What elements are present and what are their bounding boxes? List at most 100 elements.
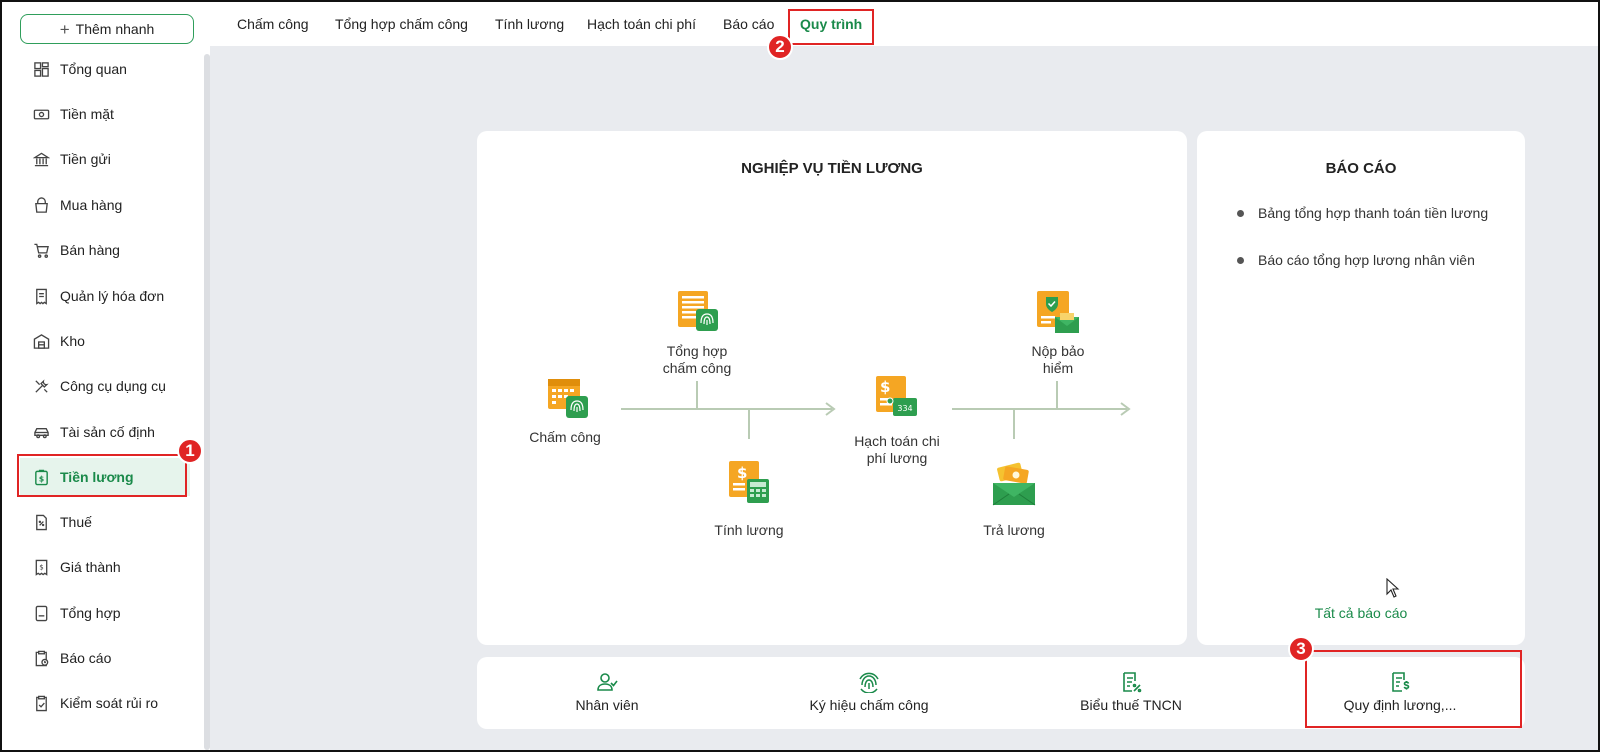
- salary-accounting-icon[interactable]: $ 334: [873, 374, 919, 425]
- shortcut-ky-hieu-cham-cong[interactable]: Ký hiệu chấm công: [789, 657, 949, 727]
- reports-card: BÁO CÁO Bảng tổng hợp thanh toán tiền lư…: [1197, 131, 1525, 645]
- fingerprint-icon: [859, 672, 879, 693]
- sidebar-item-bao-cao[interactable]: Báo cáo: [20, 639, 190, 677]
- sidebar-item-tien-mat[interactable]: Tiền mặt: [20, 95, 190, 133]
- svg-text:$: $: [39, 562, 44, 571]
- sidebar-item-label: Tiền lương: [60, 469, 134, 485]
- shortcut-bieu-thue-tncn[interactable]: Biểu thuế TNCN: [1061, 657, 1201, 727]
- shortcut-label: Ký hiệu chấm công: [809, 697, 929, 713]
- payroll-icon: $: [32, 468, 50, 486]
- sidebar-item-label: Giá thành: [60, 559, 121, 575]
- report-icon: [32, 649, 50, 667]
- shopping-bag-icon: [32, 196, 50, 214]
- all-reports-link[interactable]: Tất cả báo cáo: [1197, 605, 1525, 621]
- invoice-icon: [32, 287, 50, 305]
- sidebar-item-quan-ly-hoa-don[interactable]: Quản lý hóa đơn: [20, 277, 190, 315]
- sidebar-item-thue[interactable]: Thuế: [20, 503, 190, 541]
- plus-icon: +: [59, 19, 70, 39]
- employee-icon: [597, 673, 618, 691]
- timesheet-summary-icon[interactable]: [675, 289, 721, 340]
- tab-quy-trinh[interactable]: Quy trình: [800, 16, 862, 32]
- tax-icon: [32, 513, 50, 531]
- sidebar-item-label: Tiền gửi: [60, 151, 111, 167]
- tax-table-icon: [1123, 672, 1142, 693]
- svg-text:$: $: [38, 474, 43, 483]
- shortcut-quy-dinh-luong[interactable]: Quy định lương,...: [1315, 657, 1485, 727]
- step-tong-hop-line1: Tổng hợp: [666, 343, 728, 359]
- step-hach-toan-label: Hạch toán chi phí lương: [849, 433, 945, 467]
- sidebar-item-ban-hang[interactable]: Bán hàng: [20, 231, 190, 269]
- step-cham-cong-label: Chấm công: [529, 429, 601, 445]
- step-tong-hop-label: Tổng hợp chấm công: [649, 343, 745, 377]
- step-tinh-luong-label: Tính lương: [714, 522, 784, 538]
- salary-calculator-icon[interactable]: $: [726, 459, 772, 510]
- step-nop-bh-line1: Nộp bảo: [1031, 343, 1085, 359]
- step-badge-2: 2: [767, 34, 793, 60]
- report-link[interactable]: Bảng tổng hợp thanh toán tiền lương: [1237, 205, 1488, 221]
- shortcut-nhan-vien[interactable]: Nhân viên: [537, 657, 677, 727]
- sidebar-item-label: Bán hàng: [60, 242, 120, 258]
- cash-icon: [32, 105, 50, 123]
- shortcuts-bar: Nhân viên Ký hiệu chấm công Biểu thuế TN…: [477, 657, 1525, 729]
- step-badge-1: 1: [177, 438, 203, 464]
- bullet-dot: [1237, 209, 1244, 217]
- sidebar-item-tien-gui[interactable]: Tiền gửi: [20, 140, 190, 178]
- sidebar-item-tong-quan[interactable]: Tổng quan: [20, 50, 190, 88]
- sidebar-item-label: Báo cáo: [60, 650, 112, 666]
- timesheet-calendar-icon[interactable]: [545, 374, 591, 425]
- sidebar-scrollbar[interactable]: [204, 54, 210, 750]
- tab-hach-toan-chi-phi[interactable]: Hạch toán chi phí: [587, 16, 696, 32]
- report-link-label: Báo cáo tổng hợp lương nhân viên: [1258, 252, 1475, 268]
- sidebar-item-tai-san-co-dinh[interactable]: Tài sản cố định: [20, 413, 190, 451]
- sidebar-item-tien-luong[interactable]: $ Tiền lương: [20, 458, 190, 496]
- tab-cham-cong[interactable]: Chấm công: [237, 16, 309, 32]
- sidebar-item-label: Kiểm soát rủi ro: [60, 695, 159, 711]
- quick-add-button[interactable]: + Thêm nhanh: [20, 14, 194, 44]
- report-link-label: Bảng tổng hợp thanh toán tiền lương: [1258, 205, 1489, 221]
- svg-text:$: $: [880, 378, 890, 396]
- sidebar-item-kiem-soat-rui-ro[interactable]: Kiểm soát rủi ro: [20, 684, 190, 722]
- step-nop-bh-line2: hiểm: [1042, 360, 1074, 376]
- step-nop-bao-hiem-label: Nộp bảo hiểm: [1010, 343, 1106, 377]
- shortcut-label: Biểu thuế TNCN: [1080, 697, 1182, 713]
- top-tab-bar: Chấm công Tổng hợp chấm công Tính lương …: [210, 2, 1598, 46]
- car-icon: [32, 423, 50, 441]
- bank-icon: [32, 150, 50, 168]
- warehouse-icon: [32, 332, 50, 350]
- reports-title: BÁO CÁO: [1325, 160, 1397, 177]
- quick-add-label: Thêm nhanh: [75, 21, 155, 37]
- sidebar-item-gia-thanh[interactable]: $ Giá thành: [20, 548, 190, 586]
- salary-rule-icon: [1392, 672, 1410, 692]
- sidebar-item-label: Quản lý hóa đơn: [60, 288, 165, 304]
- report-link[interactable]: Báo cáo tổng hợp lương nhân viên: [1237, 252, 1475, 268]
- sidebar-item-mua-hang[interactable]: Mua hàng: [20, 186, 190, 224]
- sidebar-item-kho[interactable]: Kho: [20, 322, 190, 360]
- sidebar-item-label: Tổng hợp: [60, 605, 121, 621]
- bullet-dot: [1237, 256, 1244, 264]
- sidebar-item-label: Kho: [60, 333, 85, 349]
- sidebar-item-tong-hop[interactable]: Tổng hợp: [20, 594, 190, 632]
- shortcut-label: Nhân viên: [575, 697, 639, 713]
- step-hach-toan-line2: phí lương: [866, 450, 928, 466]
- step-tra-luong-label: Trả lương: [983, 522, 1045, 538]
- svg-text:$: $: [737, 464, 747, 482]
- risk-control-icon: [32, 694, 50, 712]
- sidebar-item-cong-cu-dung-cu[interactable]: Công cụ dụng cụ: [20, 367, 190, 405]
- sidebar-item-label: Thuế: [60, 514, 92, 530]
- step-hach-toan-line1: Hạch toán chi: [854, 433, 940, 449]
- tab-tinh-luong[interactable]: Tính lương: [495, 16, 564, 32]
- step-tong-hop-line2: chấm công: [662, 360, 732, 376]
- sidebar-item-label: Tài sản cố định: [60, 424, 155, 440]
- tab-bao-cao[interactable]: Báo cáo: [723, 16, 774, 32]
- sidebar-item-label: Tiền mặt: [60, 106, 114, 122]
- sidebar-item-label: Mua hàng: [60, 197, 123, 213]
- salary-envelope-icon[interactable]: [990, 461, 1038, 512]
- workflow-card: NGHIỆP VỤ TIỀN LƯƠNG Chấm công Tổng hợp …: [477, 131, 1187, 645]
- sidebar: + Thêm nhanh Tổng quan Tiền mặt Tiền gửi…: [2, 2, 210, 750]
- dashboard-icon: [32, 60, 50, 78]
- cost-icon: $: [32, 558, 50, 576]
- mouse-cursor-icon: [1386, 577, 1400, 603]
- insurance-payment-icon[interactable]: [1035, 289, 1081, 340]
- tab-tong-hop-cham-cong[interactable]: Tổng hợp chấm công: [335, 16, 468, 32]
- cart-icon: [32, 241, 50, 259]
